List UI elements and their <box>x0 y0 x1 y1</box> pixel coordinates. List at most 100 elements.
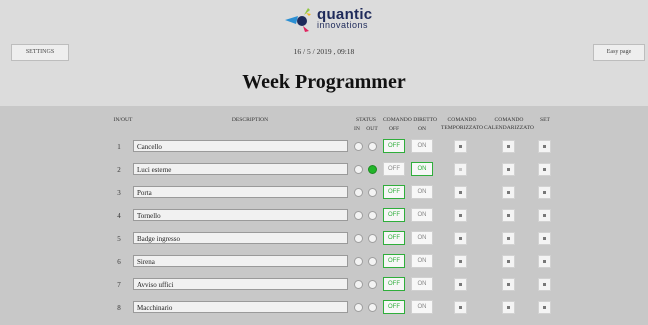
description-field[interactable]: Porta <box>133 186 348 198</box>
page-title: Week Programmer <box>242 71 406 93</box>
status-in-led-icon <box>354 234 363 243</box>
calendar-command-button[interactable] <box>502 186 515 199</box>
table-row: 8 Macchinario OFF ON <box>0 297 648 320</box>
description-field[interactable]: Macchinario <box>133 301 348 313</box>
off-button[interactable]: OFF <box>383 139 405 153</box>
calendar-command-button[interactable] <box>502 255 515 268</box>
description-field[interactable]: Tornello <box>133 209 348 221</box>
description-field[interactable]: Sirena <box>133 255 348 267</box>
status-out-led-icon <box>368 303 377 312</box>
header-status: STATUS <box>355 117 377 123</box>
brand-logo: quantic innovations <box>283 6 372 34</box>
status-out-led-icon <box>368 142 377 151</box>
quantic-logo-icon <box>285 8 311 32</box>
off-button[interactable]: OFF <box>383 254 405 268</box>
io-number: 5 <box>117 235 121 243</box>
table-row: 7 Avviso uffici OFF ON <box>0 274 648 297</box>
status-out-led-icon <box>368 280 377 289</box>
brand-line2: innovations <box>317 20 369 30</box>
io-number: 7 <box>117 281 121 289</box>
timed-command-button[interactable] <box>454 278 467 291</box>
io-number: 8 <box>117 304 121 312</box>
timed-command-button[interactable] <box>454 209 467 222</box>
brand-wordmark: quantic innovations <box>317 6 373 31</box>
description-field[interactable]: Cancello <box>133 140 348 152</box>
page: quantic innovations SETTINGS 16 / 5 / 20… <box>0 0 648 325</box>
status-in-led-icon <box>354 165 363 174</box>
on-button[interactable]: ON <box>411 231 433 245</box>
off-button[interactable]: OFF <box>383 231 405 245</box>
calendar-command-button[interactable] <box>502 278 515 291</box>
on-button[interactable]: ON <box>411 139 433 153</box>
status-out-led-icon <box>368 188 377 197</box>
header-set: SET <box>540 117 550 123</box>
calendar-command-button[interactable] <box>502 140 515 153</box>
timed-command-button[interactable] <box>454 163 467 176</box>
description-field[interactable]: Luci esterne <box>133 163 348 175</box>
on-button[interactable]: ON <box>411 208 433 222</box>
io-number: 6 <box>117 258 121 266</box>
set-button[interactable] <box>538 140 551 153</box>
io-number: 3 <box>117 189 121 197</box>
header-status-out: OUT <box>366 126 378 132</box>
status-in-led-icon <box>354 188 363 197</box>
status-in-led-icon <box>354 280 363 289</box>
on-button[interactable]: ON <box>411 254 433 268</box>
table-row: 3 Porta OFF ON <box>0 182 648 205</box>
status-out-led-icon <box>368 234 377 243</box>
set-button[interactable] <box>538 232 551 245</box>
header-comando-temporizzato: COMANDO TEMPORIZZATO <box>440 117 484 131</box>
description-field[interactable]: Badge ingresso <box>133 232 348 244</box>
off-button[interactable]: OFF <box>383 185 405 199</box>
off-button[interactable]: OFF <box>383 300 405 314</box>
timed-command-button[interactable] <box>454 232 467 245</box>
timed-command-button[interactable] <box>454 186 467 199</box>
set-button[interactable] <box>538 255 551 268</box>
header-off: OFF <box>388 126 400 132</box>
calendar-command-button[interactable] <box>502 209 515 222</box>
on-button[interactable]: ON <box>411 300 433 314</box>
header-inout: IN/OUT <box>113 117 133 123</box>
timed-command-button[interactable] <box>454 301 467 314</box>
set-button[interactable] <box>538 301 551 314</box>
status-in-led-icon <box>354 303 363 312</box>
header-description: DESCRIPTION <box>231 117 269 123</box>
header-comando-diretto: COMANDO DIRETTO <box>382 117 438 123</box>
header-status-in: IN <box>354 126 360 132</box>
current-datetime: 16 / 5 / 2019 , 09:18 <box>293 47 355 56</box>
status-in-led-icon <box>354 257 363 266</box>
description-field[interactable]: Avviso uffici <box>133 278 348 290</box>
calendar-command-button[interactable] <box>502 163 515 176</box>
io-number: 1 <box>117 143 121 151</box>
timed-command-button[interactable] <box>454 140 467 153</box>
on-button[interactable]: ON <box>411 185 433 199</box>
brand-line1: quantic <box>317 6 373 23</box>
off-button[interactable]: OFF <box>383 208 405 222</box>
io-number: 4 <box>117 212 121 220</box>
table-row: 6 Sirena OFF ON <box>0 251 648 274</box>
off-button[interactable]: OFF <box>383 162 405 176</box>
header: quantic innovations SETTINGS 16 / 5 / 20… <box>0 0 648 106</box>
status-in-led-icon <box>354 211 363 220</box>
calendar-command-button[interactable] <box>502 232 515 245</box>
io-number: 2 <box>117 166 121 174</box>
easy-page-button[interactable]: Easy page <box>593 44 645 61</box>
timed-command-button[interactable] <box>454 255 467 268</box>
set-button[interactable] <box>538 186 551 199</box>
header-on: ON <box>417 126 427 132</box>
set-button[interactable] <box>538 163 551 176</box>
off-button[interactable]: OFF <box>383 277 405 291</box>
header-comando-calendarizzato: COMANDO CALENDARIZZATO <box>484 117 534 131</box>
calendar-command-button[interactable] <box>502 301 515 314</box>
set-button[interactable] <box>538 209 551 222</box>
on-button[interactable]: ON <box>411 162 433 176</box>
table-row: 2 Luci esterne OFF ON <box>0 159 648 182</box>
table-row: 5 Badge ingresso OFF ON <box>0 228 648 251</box>
table-row: 4 Tornello OFF ON <box>0 205 648 228</box>
status-out-led-icon <box>368 165 377 174</box>
status-out-led-icon <box>368 257 377 266</box>
table-row: 1 Cancello OFF ON <box>0 136 648 159</box>
status-out-led-icon <box>368 211 377 220</box>
set-button[interactable] <box>538 278 551 291</box>
on-button[interactable]: ON <box>411 277 433 291</box>
